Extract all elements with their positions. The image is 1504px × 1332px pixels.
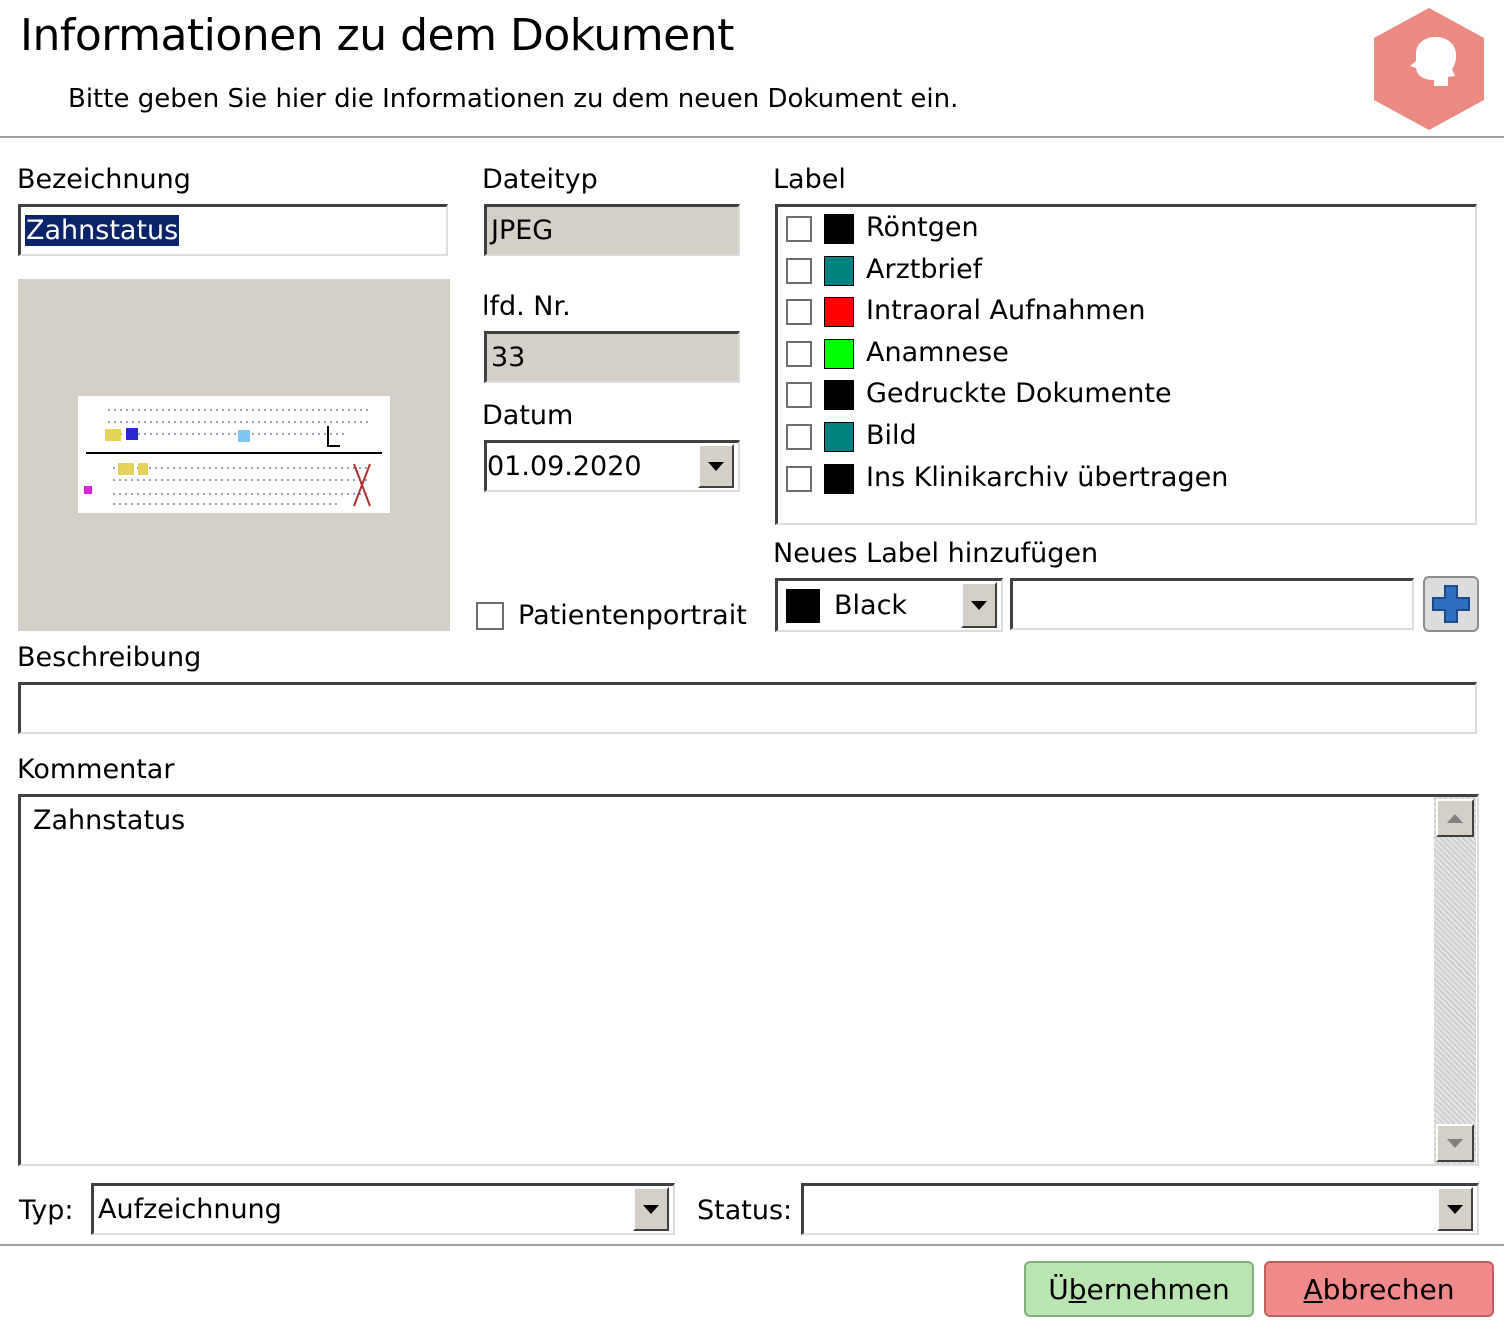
chevron-down-icon: [643, 1204, 659, 1214]
label-list-item[interactable]: Gedruckte Dokumente: [782, 378, 1462, 414]
new-label-color-name: Black: [834, 590, 908, 621]
label-item-name: Ins Klinikarchiv übertragen: [866, 462, 1229, 493]
plus-icon: [1432, 585, 1470, 623]
status-select[interactable]: [801, 1183, 1479, 1235]
beschreibung-label: Beschreibung: [17, 642, 202, 673]
patientenportrait-checkbox[interactable]: [476, 602, 504, 630]
apply-button[interactable]: Üb ernehmen: [1024, 1261, 1254, 1317]
label-list-item[interactable]: Bild: [782, 420, 1462, 456]
label-item-checkbox[interactable]: [786, 382, 812, 408]
status-dropdown-button[interactable]: [1437, 1187, 1473, 1231]
kommentar-textarea[interactable]: Zahnstatus: [18, 794, 1479, 1166]
dateityp-value: JPEG: [491, 215, 554, 246]
cancel-button[interactable]: Abbrechen: [1264, 1261, 1494, 1317]
footer-divider: [0, 1244, 1504, 1246]
new-label-color-swatch: [786, 588, 820, 623]
bezeichnung-value: Zahnstatus: [25, 215, 180, 246]
apply-label-part: Ü: [1048, 1272, 1069, 1306]
bezeichnung-input[interactable]: Zahnstatus: [18, 204, 448, 256]
typ-label: Typ:: [19, 1195, 74, 1226]
label-item-checkbox[interactable]: [786, 341, 812, 367]
label-list-title: Label: [773, 164, 846, 195]
label-color-swatch: [824, 339, 854, 369]
label-item-name: Anamnese: [866, 337, 1009, 368]
datum-label: Datum: [482, 400, 574, 431]
label-color-swatch: [824, 297, 854, 327]
document-thumbnail-image: [78, 396, 390, 513]
typ-value: Aufzeichnung: [98, 1194, 282, 1225]
label-item-name: Röntgen: [866, 212, 979, 243]
label-list-item[interactable]: Anamnese: [782, 337, 1462, 373]
label-item-name: Arztbrief: [866, 254, 983, 285]
header-divider: [0, 136, 1504, 138]
document-preview-panel: [18, 279, 450, 631]
typ-dropdown-button[interactable]: [633, 1187, 669, 1231]
label-list-item[interactable]: Ins Klinikarchiv übertragen: [782, 462, 1462, 498]
label-list-item[interactable]: Intraoral Aufnahmen: [782, 295, 1462, 331]
chevron-up-icon: [1447, 813, 1463, 823]
label-color-swatch: [824, 380, 854, 410]
scroll-up-button[interactable]: [1436, 799, 1474, 837]
chevron-down-icon: [1447, 1138, 1463, 1148]
scroll-down-button[interactable]: [1436, 1124, 1474, 1162]
cancel-label-rest: bbrechen: [1322, 1272, 1455, 1306]
label-color-swatch: [824, 256, 854, 286]
label-item-name: Bild: [866, 420, 917, 451]
chevron-down-icon: [971, 600, 987, 610]
label-color-swatch: [824, 422, 854, 452]
label-color-swatch: [824, 464, 854, 494]
label-item-checkbox[interactable]: [786, 299, 812, 325]
datum-dropdown-button[interactable]: [698, 444, 734, 488]
dialog-title: Informationen zu dem Dokument: [20, 10, 734, 61]
label-item-checkbox[interactable]: [786, 258, 812, 284]
label-list-item[interactable]: Röntgen: [782, 212, 1462, 248]
datum-value: 01.09.2020: [487, 451, 642, 482]
kommentar-label: Kommentar: [17, 754, 175, 785]
bezeichnung-label: Bezeichnung: [17, 164, 191, 195]
kommentar-scrollbar[interactable]: [1434, 797, 1476, 1164]
chevron-down-icon: [708, 461, 724, 471]
apply-label-rest: ernehmen: [1086, 1272, 1230, 1306]
status-label: Status:: [697, 1195, 793, 1226]
apply-label-mnemonic: b: [1068, 1272, 1087, 1306]
lfd-nr-label: lfd. Nr.: [482, 291, 571, 322]
new-label-color-dropdown-button[interactable]: [961, 582, 997, 628]
chevron-down-icon: [1447, 1204, 1463, 1214]
typ-select[interactable]: Aufzeichnung: [91, 1183, 675, 1235]
speech-head-icon: [1374, 8, 1484, 130]
new-label-name-input[interactable]: [1010, 578, 1414, 630]
lfd-nr-value: 33: [491, 342, 526, 373]
dateityp-label: Dateityp: [482, 164, 598, 195]
dialog-subtitle: Bitte geben Sie hier die Informationen z…: [68, 84, 959, 114]
label-item-name: Intraoral Aufnahmen: [866, 295, 1146, 326]
label-list-item[interactable]: Arztbrief: [782, 254, 1462, 290]
dateityp-input[interactable]: JPEG: [484, 204, 740, 256]
label-item-checkbox[interactable]: [786, 424, 812, 450]
label-item-name: Gedruckte Dokumente: [866, 378, 1172, 409]
new-label-title: Neues Label hinzufügen: [773, 538, 1099, 569]
cancel-label-mnemonic: A: [1303, 1272, 1323, 1306]
kommentar-value: Zahnstatus: [33, 805, 186, 836]
label-item-checkbox[interactable]: [786, 466, 812, 492]
add-label-button[interactable]: [1423, 576, 1479, 632]
patientenportrait-label: Patientenportrait: [518, 600, 747, 631]
label-color-swatch: [824, 214, 854, 244]
beschreibung-input[interactable]: [18, 682, 1477, 734]
label-item-checkbox[interactable]: [786, 216, 812, 242]
lfd-nr-input[interactable]: 33: [484, 331, 740, 383]
